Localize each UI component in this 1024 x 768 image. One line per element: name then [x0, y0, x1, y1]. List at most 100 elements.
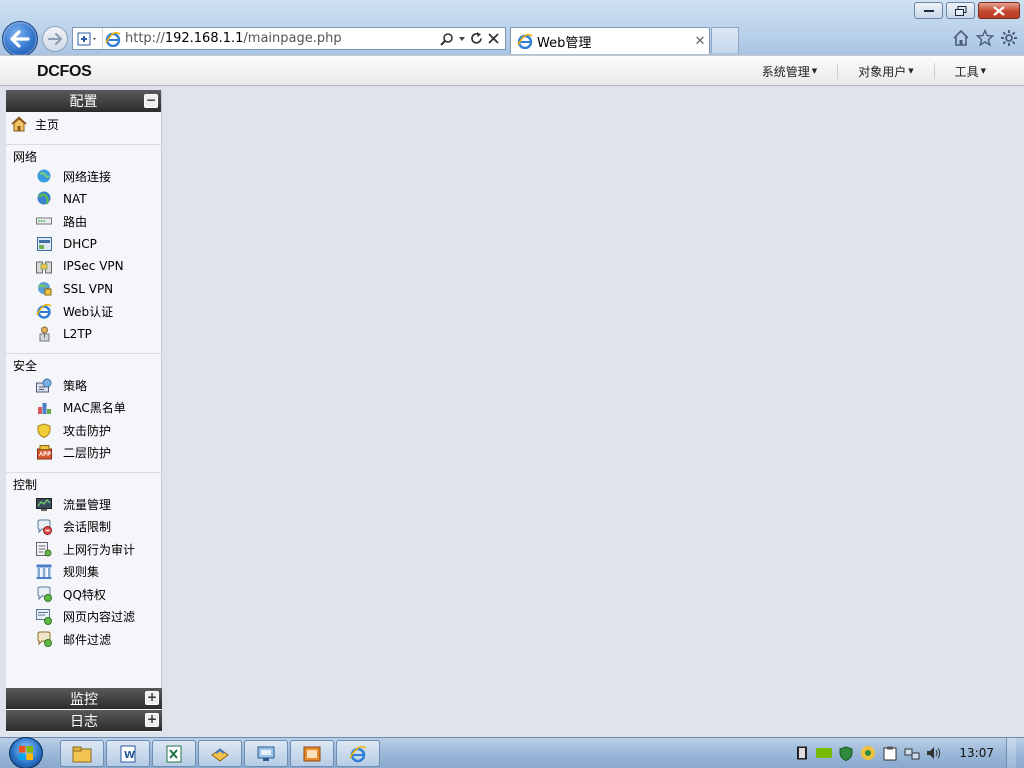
back-arrow-icon [10, 30, 30, 48]
top-menu: 系统管理 ▼ 对象用户 ▼ 工具 ▼ [742, 56, 1024, 86]
taskbar-media[interactable] [290, 740, 334, 767]
sidebar-item-session-limit[interactable]: 会话限制 [6, 516, 161, 539]
search-icon[interactable] [440, 32, 454, 46]
new-tab-button[interactable] [711, 27, 739, 53]
address-bar[interactable]: http://192.168.1.1/mainpage.php [72, 27, 506, 50]
network-icon[interactable] [904, 745, 920, 761]
sidebar-group-control: 控制 [13, 478, 38, 492]
ie-icon [103, 28, 123, 49]
taskbar-remote[interactable] [244, 740, 288, 767]
security-shield-icon[interactable] [838, 745, 854, 761]
web-auth-icon [36, 303, 52, 319]
sidebar-panel-log[interactable]: 日志 + [6, 710, 162, 731]
sidebar-item-web-content-filter[interactable]: 网页内容过滤 [6, 606, 161, 629]
sidebar-item-home[interactable]: 主页 [6, 112, 161, 136]
sidebar-item-ruleset[interactable]: 规则集 [6, 561, 161, 584]
show-desktop-button[interactable] [1006, 738, 1016, 768]
minimize-button[interactable] [914, 2, 943, 19]
forward-arrow-icon [48, 33, 62, 45]
main-content-area [166, 88, 1022, 737]
mac-blacklist-icon [36, 400, 52, 416]
minimize-icon [923, 9, 934, 12]
sidebar-item-behavior-audit[interactable]: 上网行为审计 [6, 538, 161, 561]
clipboard-icon[interactable] [882, 745, 898, 761]
session-limit-icon [36, 519, 52, 535]
film-icon[interactable] [794, 745, 810, 761]
shield-icon [36, 422, 52, 438]
sidebar-item-mac-blacklist[interactable]: MAC黑名单 [6, 397, 161, 420]
update-icon[interactable] [860, 745, 876, 761]
sidebar-item-qq-privilege[interactable]: QQ特权 [6, 583, 161, 606]
sidebar-item-l2tp[interactable]: L2TP [6, 323, 161, 346]
sidebar-item-nat[interactable]: NAT [6, 188, 161, 211]
clock[interactable]: 13:07 [959, 746, 994, 760]
sidebar-item-traffic-management[interactable]: 流量管理 [6, 493, 161, 516]
tab-close-button[interactable]: ✕ [691, 34, 709, 49]
sidebar-item-network-connection[interactable]: 网络连接 [6, 165, 161, 188]
caret-down-icon: ▼ [908, 67, 914, 75]
sidebar-item-web-auth[interactable]: Web认证 [6, 300, 161, 323]
gear-icon[interactable] [1000, 29, 1018, 47]
traffic-icon [36, 496, 52, 512]
sidebar-header-config[interactable]: 配置 − [6, 90, 161, 112]
taskbar-word[interactable]: W [106, 740, 150, 767]
sidebar-item-mail-filter[interactable]: 邮件过滤 [6, 628, 161, 651]
url-text[interactable]: http://192.168.1.1/mainpage.php [123, 31, 440, 46]
windows-logo-icon [19, 746, 33, 760]
page-header: DCFOS 系统管理 ▼ 对象用户 ▼ 工具 ▼ [0, 55, 1024, 86]
dhcp-icon [36, 236, 52, 252]
tab-web-management[interactable]: Web管理 ✕ [510, 27, 710, 54]
volume-icon[interactable] [926, 745, 942, 761]
address-tools [440, 32, 505, 46]
collapse-button[interactable]: − [144, 94, 158, 108]
refresh-icon[interactable] [470, 32, 483, 45]
router-icon [36, 213, 52, 229]
menu-object-users[interactable]: 对象用户 ▼ [837, 63, 933, 79]
expand-button[interactable]: + [145, 713, 159, 727]
explorer-icon [72, 746, 92, 762]
sidebar-item-ipsec-vpn[interactable]: IPSec VPN [6, 255, 161, 278]
excel-icon [166, 745, 182, 762]
menu-system-management[interactable]: 系统管理 ▼ [742, 63, 837, 79]
taskbar-app[interactable] [198, 740, 242, 767]
caret-down-icon: ▼ [980, 67, 986, 75]
browser-toolbar-icons [952, 29, 1018, 47]
close-window-button[interactable] [978, 2, 1020, 19]
web-filter-icon [36, 608, 52, 625]
sidebar-item-dhcp[interactable]: DHCP [6, 233, 161, 256]
ipsec-vpn-icon [36, 258, 52, 274]
sidebar-panel-monitor[interactable]: 监控 + [6, 688, 162, 709]
ie-icon [517, 33, 533, 49]
restore-button[interactable] [946, 2, 975, 19]
l2tp-icon [36, 326, 52, 342]
sidebar-item-attack-protection[interactable]: 攻击防护 [6, 419, 161, 442]
qq-privilege-icon [36, 586, 52, 603]
sidebar-item-ssl-vpn[interactable]: SSL VPN [6, 278, 161, 301]
start-button[interactable] [9, 737, 43, 768]
sidebar-item-layer2-protection[interactable]: 二层防护 [6, 442, 161, 465]
window-controls [914, 2, 1020, 19]
sidebar-group-security: 安全 [13, 359, 38, 373]
nvidia-icon[interactable] [816, 745, 833, 761]
back-button[interactable] [2, 21, 38, 57]
stop-icon[interactable] [488, 33, 499, 44]
taskbar-excel[interactable] [152, 740, 196, 767]
browser-chrome: http://192.168.1.1/mainpage.php Web管理 ✕ [0, 0, 1024, 57]
sidebar-item-routing[interactable]: 路由 [6, 210, 161, 233]
home-icon[interactable] [952, 29, 970, 47]
forward-button[interactable] [42, 26, 68, 52]
sidebar-item-policy[interactable]: 策略 [6, 374, 161, 397]
compat-view-button[interactable] [73, 28, 103, 49]
menu-tools[interactable]: 工具 ▼ [933, 63, 1024, 79]
taskbar-explorer[interactable] [60, 740, 104, 767]
nat-globe-icon [36, 191, 52, 207]
favorites-star-icon[interactable] [976, 29, 994, 47]
home-icon [11, 116, 27, 132]
caret-down-icon: ▼ [811, 67, 818, 75]
ruleset-icon [36, 564, 52, 580]
mail-filter-icon [36, 631, 52, 648]
expand-button[interactable]: + [145, 691, 159, 705]
app-icon [211, 747, 229, 762]
taskbar-ie[interactable] [336, 740, 380, 767]
chevron-down-icon[interactable] [459, 36, 465, 41]
